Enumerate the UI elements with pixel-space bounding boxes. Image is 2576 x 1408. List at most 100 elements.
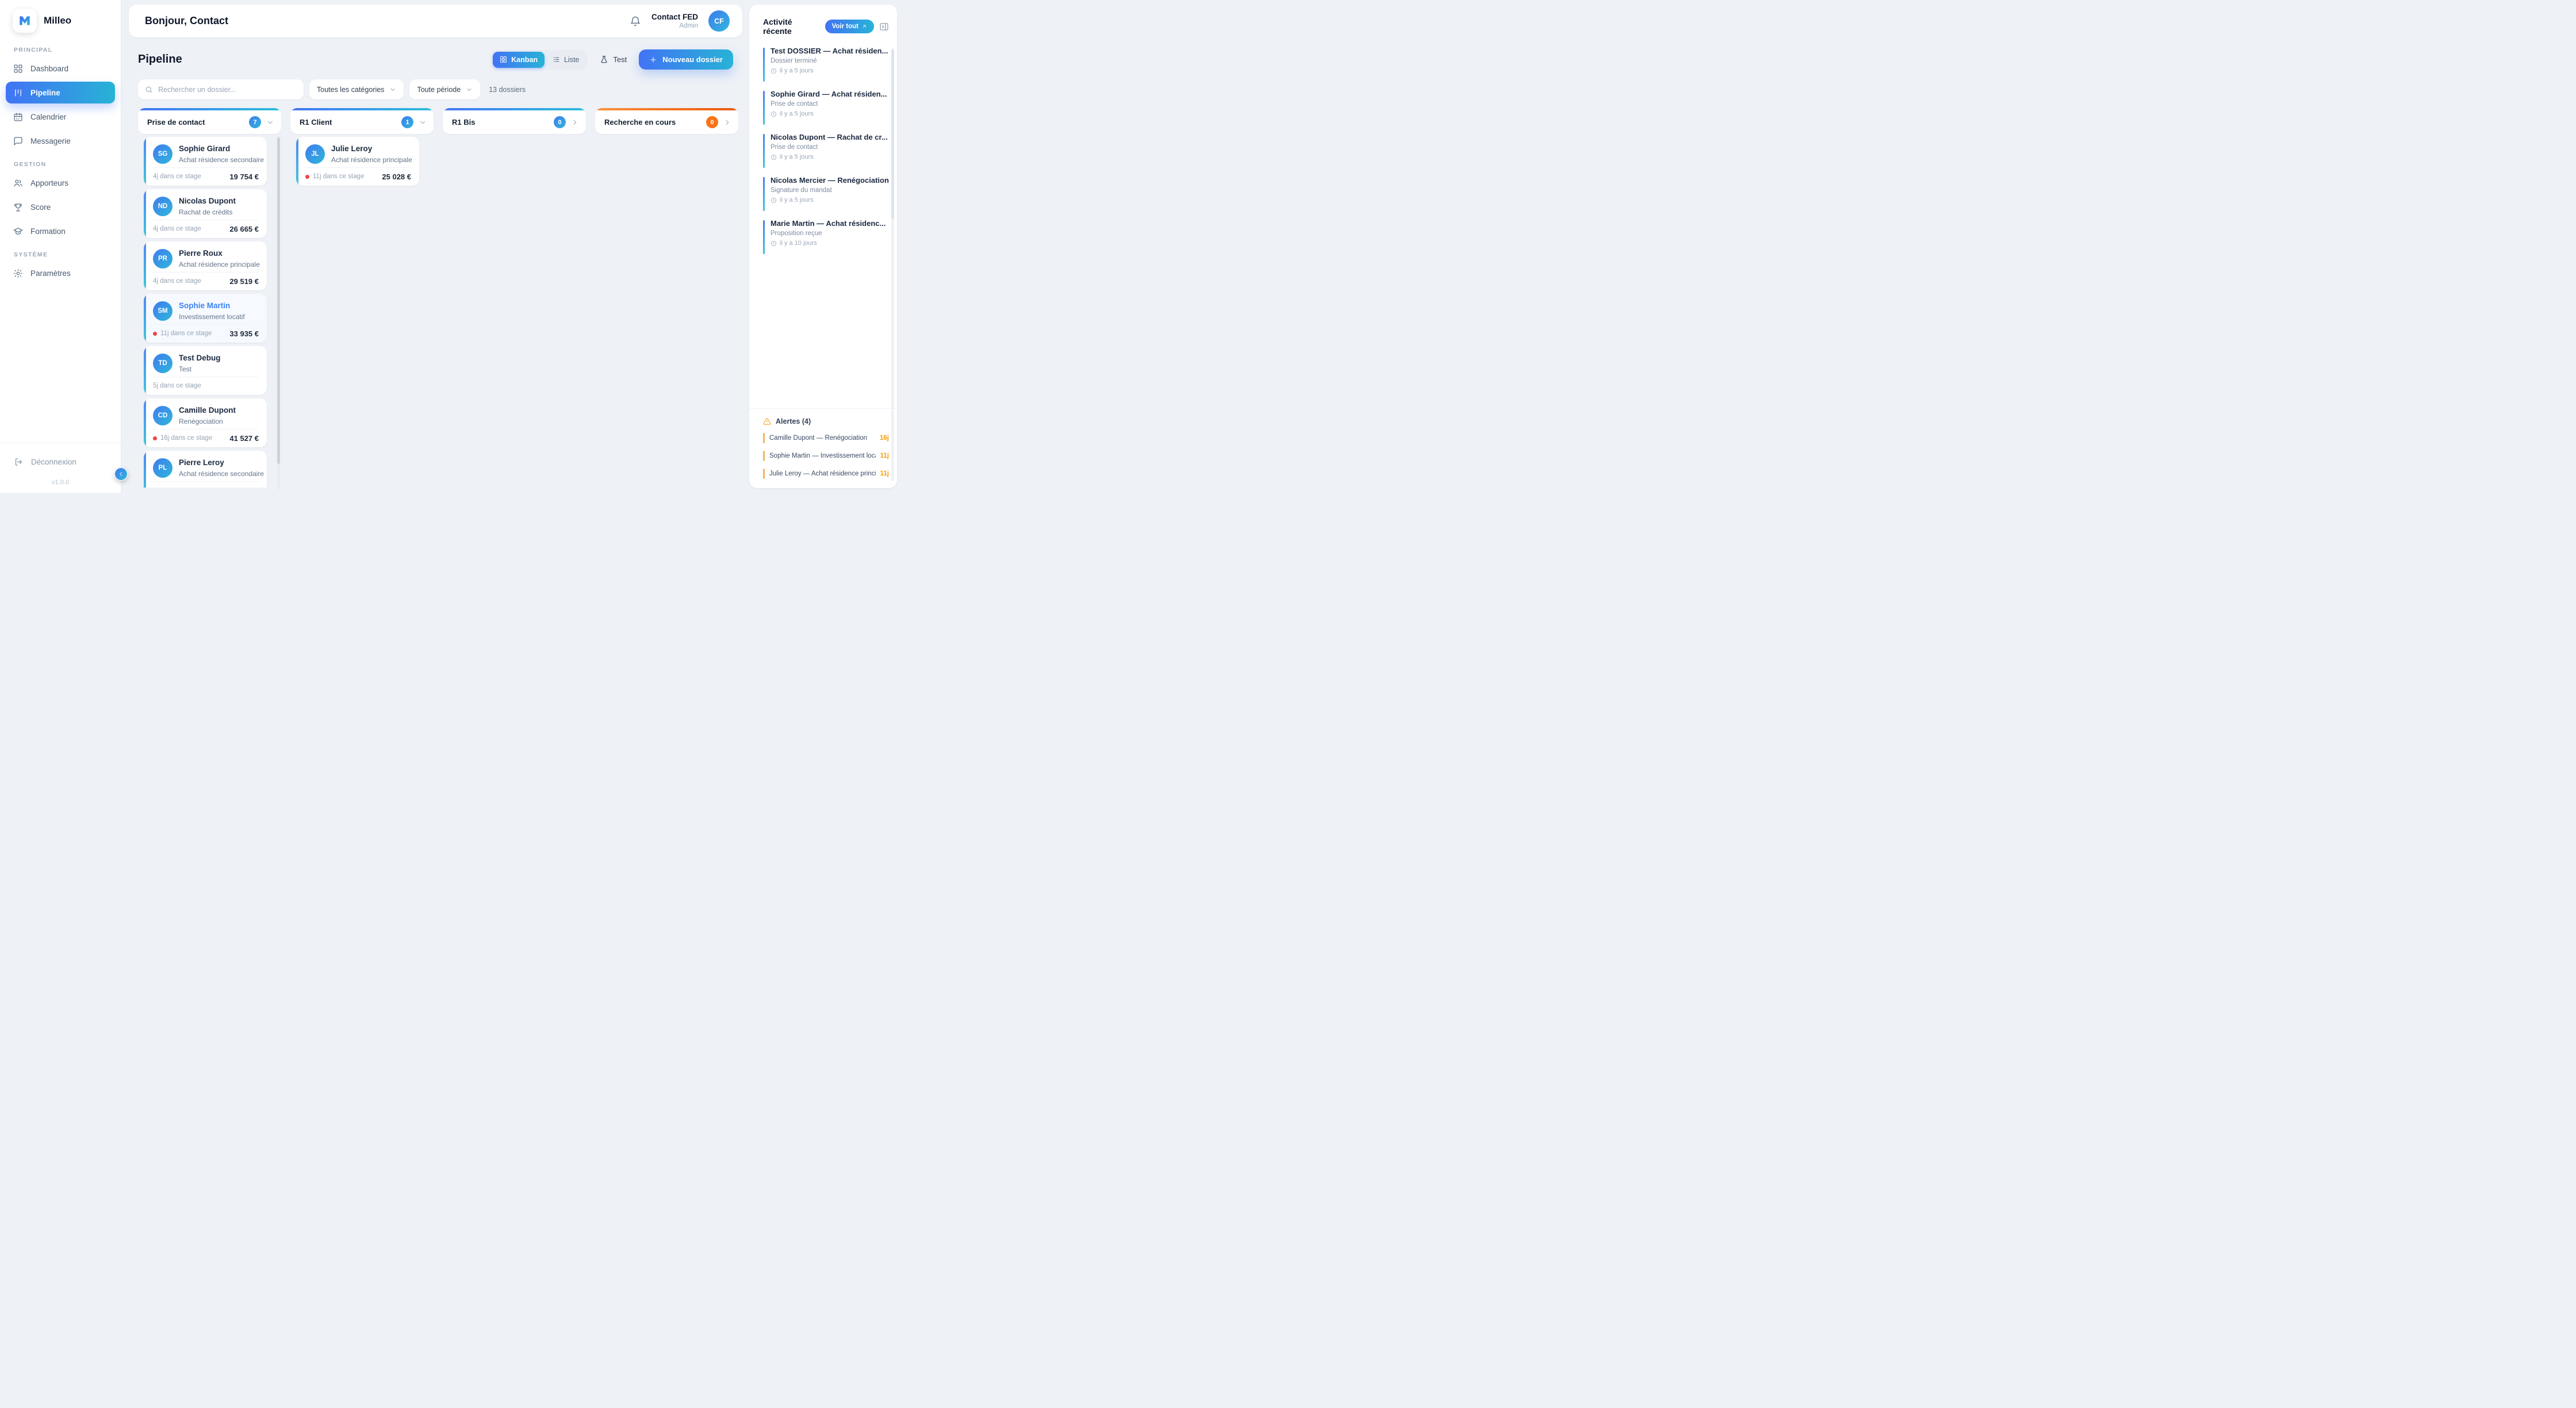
alert-item[interactable]: Julie Leroy — Achat résidence principale… (763, 469, 889, 479)
sidebar-item-parametres[interactable]: Paramètres (6, 262, 115, 284)
card-avatar: CD (153, 406, 172, 425)
activity-item-status: Dossier terminé (770, 57, 889, 64)
alerts-section: Alertes (4) Camille Dupont — Renégociati… (749, 408, 897, 488)
user-role: Admin (651, 22, 698, 29)
sidebar-item-messagerie[interactable]: Messagerie (6, 130, 115, 152)
alert-label: Julie Leroy — Achat résidence principale (769, 470, 876, 477)
category-filter[interactable]: Toutes les catégories (309, 79, 404, 99)
dossier-card[interactable]: ND Nicolas Dupont Rachat de crédits 4j d… (144, 189, 267, 238)
column-accent-bar (595, 108, 738, 110)
chevron-right-icon (571, 118, 579, 126)
activity-accent-bar (763, 177, 765, 211)
dossier-card[interactable]: PR Pierre Roux Achat résidence principal… (144, 241, 267, 290)
view-liste-button[interactable]: Liste (546, 52, 586, 68)
new-dossier-button[interactable]: Nouveau dossier (639, 49, 733, 70)
card-avatar: PR (153, 249, 172, 268)
dossier-card-selected[interactable]: SM Sophie Martin Investissement locatif … (144, 294, 267, 343)
activity-item[interactable]: Nicolas Mercier — Renégociation Signatur… (763, 176, 889, 212)
activity-item-time: il y a 10 jours (780, 240, 817, 247)
card-avatar: SG (153, 144, 172, 164)
chevron-down-icon (466, 86, 473, 93)
alert-accent-bar (763, 433, 765, 443)
period-filter[interactable]: Toute période (409, 79, 480, 99)
users-icon (13, 178, 23, 188)
avatar[interactable]: CF (708, 10, 730, 32)
sidebar-item-pipeline[interactable]: Pipeline (6, 82, 115, 103)
sidebar-collapse-button[interactable] (114, 467, 128, 481)
page-greeting: Bonjour, Contact (145, 15, 630, 27)
bell-icon[interactable] (630, 16, 641, 27)
logout-button[interactable]: Déconnexion (6, 452, 115, 471)
card-project: Achat résidence secondaire (179, 156, 264, 164)
column-scrollbar[interactable] (277, 137, 280, 489)
kanban-board: Prise de contact 7 SG Sophie Girard Acha… (129, 108, 742, 488)
activity-item[interactable]: Test DOSSIER — Achat résiden... Dossier … (763, 47, 889, 83)
graduation-cap-icon (13, 227, 23, 236)
sidebar-item-calendrier[interactable]: Calendrier (6, 106, 115, 128)
activity-panel: Activité récente Voir tout Test DOSSIER … (749, 5, 897, 488)
card-stage: 5j dans ce stage (153, 382, 201, 389)
card-amount: 26 665 € (229, 225, 259, 233)
filters-row: Toutes les catégories Toute période 13 d… (129, 79, 742, 99)
sidebar-item-dashboard[interactable]: Dashboard (6, 57, 115, 79)
activity-item[interactable]: Nicolas Dupont — Rachat de cr... Prise d… (763, 133, 889, 169)
view-all-button[interactable]: Voir tout (825, 20, 874, 33)
sidebar-item-apporteurs[interactable]: Apporteurs (6, 172, 115, 194)
arrow-up-right-icon (861, 24, 867, 29)
kanban-icon (13, 88, 23, 98)
sidebar-item-label: Paramètres (30, 269, 71, 278)
dossier-card[interactable]: JL Julie Leroy Achat résidence principal… (296, 137, 419, 186)
column-scrollbar-thumb[interactable] (277, 137, 280, 464)
column-title: R1 Client (300, 118, 396, 126)
user-block[interactable]: Contact FED Admin (651, 13, 698, 29)
alert-accent-bar (763, 451, 765, 461)
card-avatar: JL (305, 144, 325, 164)
dossier-card[interactable]: PL Pierre Leroy Achat résidence secondai… (144, 451, 267, 488)
clock-icon (770, 197, 777, 204)
sidebar-item-score[interactable]: Score (6, 196, 115, 218)
dossier-card[interactable]: TD Test Debug Test 5j dans ce stage (144, 346, 267, 395)
logout-label: Déconnexion (31, 458, 76, 466)
sidebar-nav-principal: Dashboard Pipeline Calendrier Messagerie (0, 57, 121, 152)
activity-item-time: il y a 5 jours (780, 197, 814, 204)
dossier-card[interactable]: SG Sophie Girard Achat résidence seconda… (144, 137, 267, 186)
card-accent-bar (296, 137, 298, 186)
column-header[interactable]: Prise de contact 7 (138, 108, 281, 134)
panel-scrollbar[interactable] (891, 48, 894, 481)
sidebar-item-label: Calendrier (30, 113, 66, 121)
sidebar-item-formation[interactable]: Formation (6, 220, 115, 242)
grid-icon (500, 56, 507, 63)
activity-item-title: Test DOSSIER — Achat résiden... (770, 47, 889, 55)
card-name: Sophie Martin (179, 301, 245, 310)
activity-accent-bar (763, 220, 765, 254)
column-cards: JL Julie Leroy Achat résidence principal… (290, 137, 434, 488)
card-amount: 29 519 € (229, 277, 259, 286)
activity-item-title: Marie Martin — Achat résidenc... (770, 219, 889, 228)
alert-days-badge: 11j (880, 452, 889, 459)
main-content: Bonjour, Contact Contact FED Admin CF Pi… (129, 0, 742, 488)
brand: Milleo (0, 0, 121, 37)
test-button[interactable]: Test (595, 55, 631, 64)
card-project: Test (179, 365, 221, 373)
search-input[interactable] (158, 86, 297, 94)
column-header[interactable]: Recherche en cours 0 (595, 108, 738, 134)
overdue-dot (153, 332, 157, 336)
column-header[interactable]: R1 Client 1 (290, 108, 434, 134)
sidebar-item-label: Apporteurs (30, 179, 68, 187)
card-avatar: SM (153, 301, 172, 321)
card-accent-bar (144, 189, 146, 238)
alert-label: Camille Dupont — Renégociation (769, 435, 875, 442)
alert-item[interactable]: Camille Dupont — Renégociation 16j (763, 433, 889, 443)
card-divider (152, 167, 259, 168)
panel-collapse-icon[interactable] (879, 22, 889, 32)
sidebar-item-label: Messagerie (30, 137, 71, 145)
sidebar-section-gestion: GESTION (14, 161, 107, 168)
view-kanban-button[interactable]: Kanban (493, 52, 545, 68)
alert-accent-bar (763, 469, 765, 479)
panel-scrollbar-thumb[interactable] (891, 49, 894, 219)
alert-item[interactable]: Sophie Martin — Investissement locatif 1… (763, 451, 889, 461)
column-header[interactable]: R1 Bis 0 (443, 108, 586, 134)
dossier-card[interactable]: CD Camille Dupont Renégociation 16j dans… (144, 398, 267, 447)
activity-item[interactable]: Marie Martin — Achat résidenc... Proposi… (763, 219, 889, 255)
activity-item[interactable]: Sophie Girard — Achat résiden... Prise d… (763, 90, 889, 126)
